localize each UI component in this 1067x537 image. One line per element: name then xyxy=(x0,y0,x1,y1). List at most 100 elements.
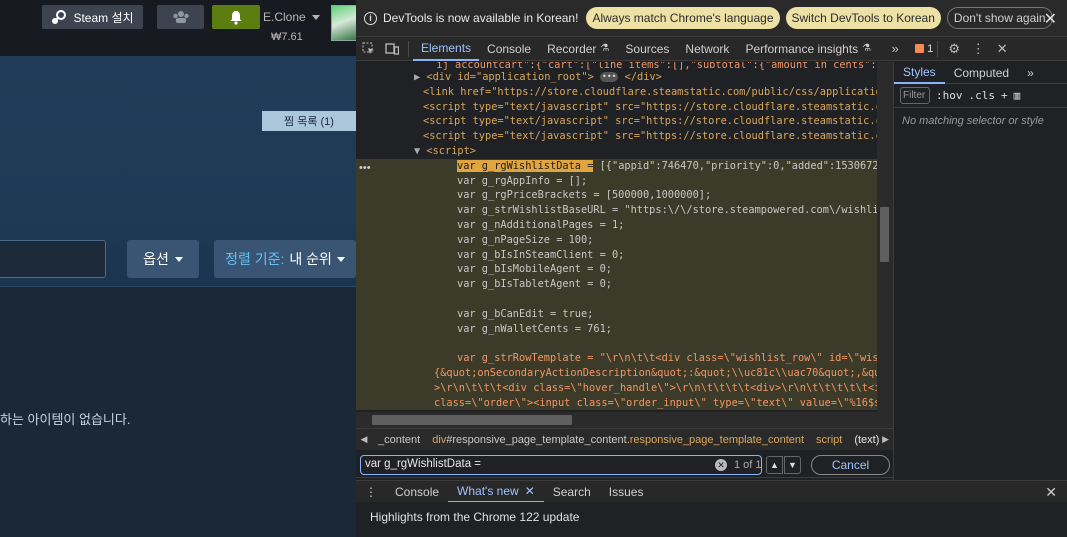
code-line[interactable]: var g_bIsInSteamClient = 0; xyxy=(356,247,877,263)
code-line[interactable]: >\r\n\t\t\t<div class=\"hover_handle\">\… xyxy=(356,380,877,396)
close-devtools-icon[interactable]: ✕ xyxy=(990,37,1014,61)
cancel-search-button[interactable]: Cancel xyxy=(811,455,890,475)
elements-tree[interactable]: ij_accountcart":{"cart":["line_items":[]… xyxy=(356,62,877,412)
inspect-element-icon[interactable] xyxy=(356,37,380,61)
more-sidebar-tabs-icon[interactable]: » xyxy=(1018,62,1043,84)
tab-sources[interactable]: Sources xyxy=(617,37,677,61)
whats-new-heading: Highlights from the Chrome 122 update xyxy=(370,510,580,524)
options-dropdown[interactable]: 옵션 xyxy=(127,240,199,278)
code-line[interactable]: {&quot;onSecondaryActionDescription&quot… xyxy=(356,365,877,381)
no-styles-message: No matching selector or style xyxy=(902,115,1044,127)
code-line-blank[interactable] xyxy=(356,336,877,352)
close-drawer-icon[interactable]: ✕ xyxy=(1045,484,1057,501)
code-text: var g_strRowTemplate = "\r\n\t\t<div cla… xyxy=(457,352,877,365)
code-line[interactable]: var g_bIsMobileAgent = 0; xyxy=(356,262,877,278)
search-next-button[interactable]: ▼ xyxy=(784,456,801,474)
experiment-flask-icon: ⚗ xyxy=(600,43,610,54)
ellipsis-icon[interactable]: ••• xyxy=(600,72,619,82)
collapse-arrow-icon[interactable]: ▼ xyxy=(414,145,426,157)
styles-filter-input[interactable]: Filter xyxy=(900,87,930,104)
breadcrumb-scroll-right-icon[interactable]: ▶ xyxy=(882,434,889,445)
notifications-button[interactable] xyxy=(212,5,260,29)
breadcrumb-item[interactable]: script xyxy=(810,434,848,446)
code-text: <link href="https://store.cloudflare.ste… xyxy=(423,85,877,98)
tab-console[interactable]: Console xyxy=(479,37,539,61)
code-line[interactable]: <script type="text/javascript" src="http… xyxy=(356,114,877,129)
dom-search-input[interactable]: var g_rgWishlistData = xyxy=(360,455,762,475)
match-language-button[interactable]: Always match Chrome's language xyxy=(586,7,780,29)
install-steam-button[interactable]: Steam 설치 xyxy=(42,5,143,29)
tab-recorder[interactable]: Recorder ⚗ xyxy=(539,37,617,61)
code-line[interactable]: ▼ <script> xyxy=(356,144,877,159)
code-line[interactable]: var g_strRowTemplate = "\r\n\t\t<div cla… xyxy=(356,351,877,366)
issues-badge[interactable]: 1 xyxy=(915,43,933,55)
code-line-selected[interactable]: var g_rgWishlistData = [{"appid":746470,… xyxy=(356,158,877,174)
code-line[interactable]: var g_nAdditionalPages = 1; xyxy=(356,217,877,233)
code-line[interactable]: var g_strWishlistBaseURL = "https:\/\/st… xyxy=(356,203,877,218)
drawer-tab-whats-new[interactable]: What's new ✕ xyxy=(448,481,544,503)
drawer-tab-issues[interactable]: Issues xyxy=(600,481,653,503)
wishlist-search-input[interactable] xyxy=(0,240,106,278)
code-text: var g_bIsTabletAgent = 0; xyxy=(457,278,612,291)
tab-recorder-label: Recorder xyxy=(547,41,597,56)
infobar-message: DevTools is now available in Korean! xyxy=(383,11,579,25)
hover-state-toggle[interactable]: :hov xyxy=(936,89,963,102)
close-icon[interactable]: ✕ xyxy=(1044,9,1057,29)
friends-button[interactable] xyxy=(157,5,204,29)
code-line[interactable]: var g_bIsTabletAgent = 0; xyxy=(356,277,877,292)
code-line[interactable]: <link href="https://store.cloudflare.ste… xyxy=(356,85,877,100)
scroll-thumb[interactable] xyxy=(880,207,889,262)
sort-value: 내 순위 xyxy=(289,251,332,267)
tab-performance-insights-label: Performance insights xyxy=(745,41,859,56)
expand-arrow-icon[interactable]: ▶ xyxy=(414,71,426,83)
tab-computed[interactable]: Computed xyxy=(945,62,1018,84)
code-line[interactable]: var g_nPageSize = 100; xyxy=(356,232,877,248)
breadcrumb-item-active[interactable]: (text) xyxy=(848,434,885,446)
code-line[interactable]: var g_rgAppInfo = []; xyxy=(356,173,877,189)
tab-network[interactable]: Network xyxy=(677,37,737,61)
code-text: [{"appid":746470,"priority":0,"added":15… xyxy=(593,159,877,172)
more-tabs-icon[interactable]: » xyxy=(883,37,907,61)
breadcrumb-item[interactable]: _content xyxy=(372,434,426,446)
code-line[interactable]: var g_nWalletCents = 761; xyxy=(356,321,877,337)
drawer-tab-search[interactable]: Search xyxy=(544,481,600,503)
steam-logo-icon xyxy=(52,10,67,24)
node-actions-icon[interactable]: ••• xyxy=(359,162,371,174)
code-line[interactable]: ▶ <div id="application_root"> ••• </div> xyxy=(356,70,877,85)
breadcrumb-item[interactable]: div#responsive_page_template_content.res… xyxy=(426,434,810,446)
tab-styles[interactable]: Styles xyxy=(894,62,945,84)
code-line-blank[interactable] xyxy=(356,291,877,307)
switch-korean-button[interactable]: Switch DevTools to Korean xyxy=(785,7,941,29)
tab-elements[interactable]: Elements xyxy=(413,37,480,61)
sort-dropdown[interactable]: 정렬 기준: 내 순위 xyxy=(214,240,356,278)
chevron-down-icon xyxy=(311,14,320,20)
code-line[interactable]: class=\"order\"><input class=\"order_inp… xyxy=(356,395,877,411)
code-line[interactable]: var g_rgPriceBrackets = [500000,1000000]… xyxy=(356,188,877,204)
computed-sidebar-icon[interactable]: ▥ xyxy=(1014,89,1021,102)
code-text: var g_rgPriceBrackets = [500000,1000000]… xyxy=(457,189,712,202)
horizontal-scrollbar[interactable] xyxy=(356,412,877,428)
code-line[interactable]: var g_bCanEdit = true; xyxy=(356,306,877,322)
code-line[interactable]: <script type="text/javascript" src="http… xyxy=(356,129,877,144)
drawer-menu-icon[interactable]: ⋮ xyxy=(356,481,386,503)
drawer-tab-console[interactable]: Console xyxy=(386,481,448,503)
clear-search-icon[interactable]: ✕ xyxy=(715,459,727,471)
new-style-rule-icon[interactable]: + xyxy=(1001,89,1008,102)
search-previous-button[interactable]: ▲ xyxy=(766,456,783,474)
dont-show-again-button[interactable]: Don't show again xyxy=(946,7,1053,29)
close-icon[interactable]: ✕ xyxy=(525,484,535,498)
account-menu[interactable]: E.Clone xyxy=(263,10,320,24)
avatar[interactable] xyxy=(331,5,356,41)
device-toolbar-icon[interactable] xyxy=(380,37,404,61)
scroll-thumb[interactable] xyxy=(372,415,572,425)
code-line[interactable]: ij_accountcart":{"cart":["line_items":[]… xyxy=(356,62,877,70)
vertical-scrollbar[interactable] xyxy=(877,62,893,428)
wishlist-count-tab[interactable]: 찜 목록 (1) xyxy=(262,111,356,131)
settings-gear-icon[interactable]: ⚙ xyxy=(942,37,966,61)
code-text: <script type="text/javascript" src="http… xyxy=(423,130,877,143)
kebab-menu-icon[interactable]: ⋮ xyxy=(966,37,990,61)
code-line[interactable]: <script type="text/javascript" src="http… xyxy=(356,100,877,115)
breadcrumb-scroll-left-icon[interactable]: ◀ xyxy=(356,434,372,445)
tab-performance-insights[interactable]: Performance insights ⚗ xyxy=(737,37,879,61)
class-toggle[interactable]: .cls xyxy=(969,89,996,102)
